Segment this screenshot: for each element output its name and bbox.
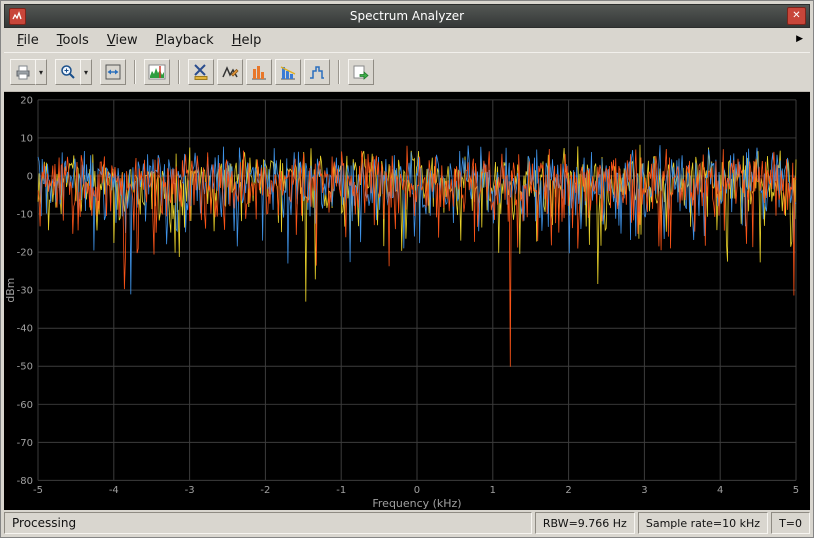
print-dropdown-button[interactable]: ▾ [35,59,47,85]
status-processing: Processing [4,512,532,534]
status-time: T=0 [771,512,810,534]
spectrum-analyzer-window: Spectrum Analyzer ✕ File Tools View Play… [0,0,814,538]
zoom-in-button[interactable] [55,59,81,85]
svg-text:2: 2 [565,485,571,496]
magnifier-icon [59,63,77,81]
statusbar: Processing RBW=9.766 Hz Sample rate=10 k… [4,512,810,534]
svg-text:0: 0 [414,485,420,496]
spectrum-settings-icon [148,63,166,81]
menubar-overflow-arrow-icon[interactable]: ▶ [796,35,803,44]
svg-text:-4: -4 [109,485,119,496]
svg-text:5: 5 [793,485,799,496]
plot-panel: -5-4-3-2-101234520100-10-20-30-40-50-60-… [4,92,810,510]
peak-finder-icon [221,63,239,81]
svg-text:-70: -70 [17,438,33,449]
menu-view[interactable]: View [98,30,147,51]
toolbar-separator [338,60,340,84]
toolbar-separator [178,60,180,84]
menu-file[interactable]: File [8,30,48,51]
svg-text:4: 4 [717,485,723,496]
zoom-dropdown-button[interactable]: ▾ [80,59,92,85]
toolbar-separator [134,60,136,84]
menu-playback[interactable]: Playback [147,30,223,51]
window-title: Spectrum Analyzer [5,9,809,23]
menubar: File Tools View Playback Help ▶ [4,28,810,52]
svg-text:-80: -80 [17,476,33,487]
printer-icon [14,63,32,81]
svg-text:-2: -2 [260,485,270,496]
status-rbw: RBW=9.766 Hz [535,512,635,534]
cursor-measurements-icon [192,63,210,81]
export-icon [352,63,370,81]
svg-text:3: 3 [641,485,647,496]
svg-text:0: 0 [27,172,33,183]
spectrum-settings-button[interactable] [144,59,170,85]
svg-text:-40: -40 [17,324,33,335]
svg-text:20: 20 [20,95,33,106]
distortion-measurements-button[interactable] [275,59,301,85]
svg-text:-20: -20 [17,248,33,259]
svg-text:-60: -60 [17,400,33,411]
spectral-mask-icon [308,63,326,81]
svg-text:1: 1 [490,485,496,496]
svg-text:-30: -30 [17,286,33,297]
spectral-mask-button[interactable] [304,59,330,85]
svg-text:-50: -50 [17,362,33,373]
svg-text:dBm: dBm [4,278,17,303]
menu-help[interactable]: Help [223,30,271,51]
svg-text:-3: -3 [185,485,195,496]
distortion-histogram-icon [279,63,297,81]
cursor-measurements-button[interactable] [188,59,214,85]
titlebar[interactable]: Spectrum Analyzer ✕ [4,4,810,28]
svg-text:10: 10 [20,133,33,144]
ccdf-histogram-icon [250,63,268,81]
svg-text:-5: -5 [33,485,43,496]
svg-text:-1: -1 [336,485,346,496]
playback-export-button[interactable] [348,59,374,85]
svg-text:-10: -10 [17,210,33,221]
status-sample-rate: Sample rate=10 kHz [638,512,768,534]
svg-text:Frequency (kHz): Frequency (kHz) [372,497,461,510]
spectrum-plot[interactable]: -5-4-3-2-101234520100-10-20-30-40-50-60-… [4,92,810,510]
peak-finder-button[interactable] [217,59,243,85]
ccdf-measurements-button[interactable] [246,59,272,85]
menu-tools[interactable]: Tools [48,30,98,51]
close-icon[interactable]: ✕ [787,7,806,25]
toolbar: ▾ ▾ [4,52,810,92]
fit-to-view-icon [104,63,122,81]
fit-to-view-button[interactable] [100,59,126,85]
print-button[interactable] [10,59,36,85]
